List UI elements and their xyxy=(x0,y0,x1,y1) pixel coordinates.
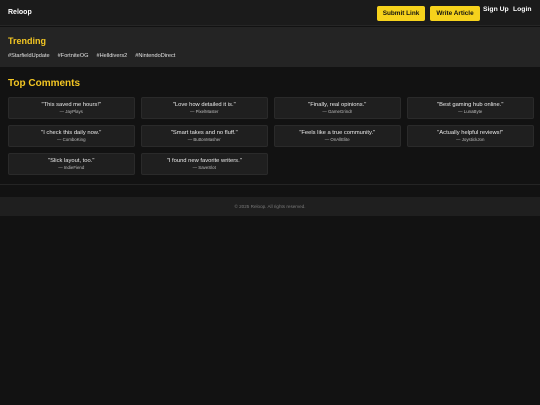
comment-card: "I found new favorite writers." — SaveSl… xyxy=(141,153,268,175)
site-logo[interactable]: Reloop xyxy=(8,9,32,16)
top-comments-title: Top Comments xyxy=(8,78,81,89)
comment-author: — ComboKing xyxy=(56,137,86,143)
comment-card: "This saved me hours!" — JayPlays xyxy=(8,97,135,119)
trending-tag[interactable]: #NintendoDirect xyxy=(135,53,175,59)
trending-tag[interactable]: #StarfieldUpdate xyxy=(8,53,50,59)
comment-quote: "Feels like a true community." xyxy=(299,129,376,136)
comment-author: — ButtonMasher xyxy=(187,137,221,143)
comments-grid: "This saved me hours!" — JayPlays "Love … xyxy=(8,97,534,175)
comment-card: "I check this daily now." — ComboKing xyxy=(8,125,135,147)
comment-card: "Best gaming hub online." — LunaByte xyxy=(407,97,534,119)
submit-link-button[interactable]: Submit Link xyxy=(377,6,425,21)
write-article-button[interactable]: Write Article xyxy=(430,6,480,21)
signup-link[interactable]: Sign Up xyxy=(483,6,509,13)
comment-quote: "Slick layout, too." xyxy=(48,157,95,164)
comment-author: — PixelMaster xyxy=(189,109,219,115)
comment-card: "Slick layout, too." — IndieFiend xyxy=(8,153,135,175)
trending-section: Trending #StarfieldUpdate #FortniteOG #H… xyxy=(0,27,540,67)
comment-quote: "I check this daily now." xyxy=(41,129,102,136)
comment-quote: "Best gaming hub online." xyxy=(437,101,504,108)
comment-card: "Actually helpful reviews!" — JoystickJo… xyxy=(407,125,534,147)
login-link[interactable]: Login xyxy=(513,6,532,13)
comment-author: — JoystickJon xyxy=(456,137,485,143)
comment-card: "Love how detailed it is." — PixelMaster xyxy=(141,97,268,119)
trending-tag[interactable]: #Helldivers2 xyxy=(96,53,127,59)
trending-title: Trending xyxy=(8,36,46,46)
site-header: Reloop Submit Link Write Article Sign Up… xyxy=(0,0,540,26)
comment-author: — JayPlays xyxy=(59,109,83,115)
comment-quote: "I found new favorite writers." xyxy=(166,157,242,164)
comment-card: "Smart takes and no fluff." — ButtonMash… xyxy=(141,125,268,147)
footer-copyright: © 2025 Reloop. All rights reserved. xyxy=(234,204,306,209)
comment-author: — OnAllElite xyxy=(324,137,350,143)
site-footer: © 2025 Reloop. All rights reserved. xyxy=(0,197,540,216)
comment-author: — IndieFiend xyxy=(58,165,85,171)
comment-quote: "Finally, real opinions." xyxy=(308,101,367,108)
comment-quote: "Smart takes and no fluff." xyxy=(170,129,238,136)
comment-quote: "Love how detailed it is." xyxy=(172,101,236,108)
comment-card: "Finally, real opinions." — GameGrindr xyxy=(274,97,401,119)
comment-card: "Feels like a true community." — OnAllEl… xyxy=(274,125,401,147)
comment-author: — SaveSlot xyxy=(192,165,216,171)
trending-tags: #StarfieldUpdate #FortniteOG #Helldivers… xyxy=(8,53,175,59)
comment-author: — GameGrindr xyxy=(322,109,353,115)
trending-tag[interactable]: #FortniteOG xyxy=(58,53,89,59)
comment-author: — LunaByte xyxy=(458,109,483,115)
section-divider xyxy=(0,184,540,185)
comment-quote: "This saved me hours!" xyxy=(41,101,102,108)
comment-quote: "Actually helpful reviews!" xyxy=(437,129,504,136)
